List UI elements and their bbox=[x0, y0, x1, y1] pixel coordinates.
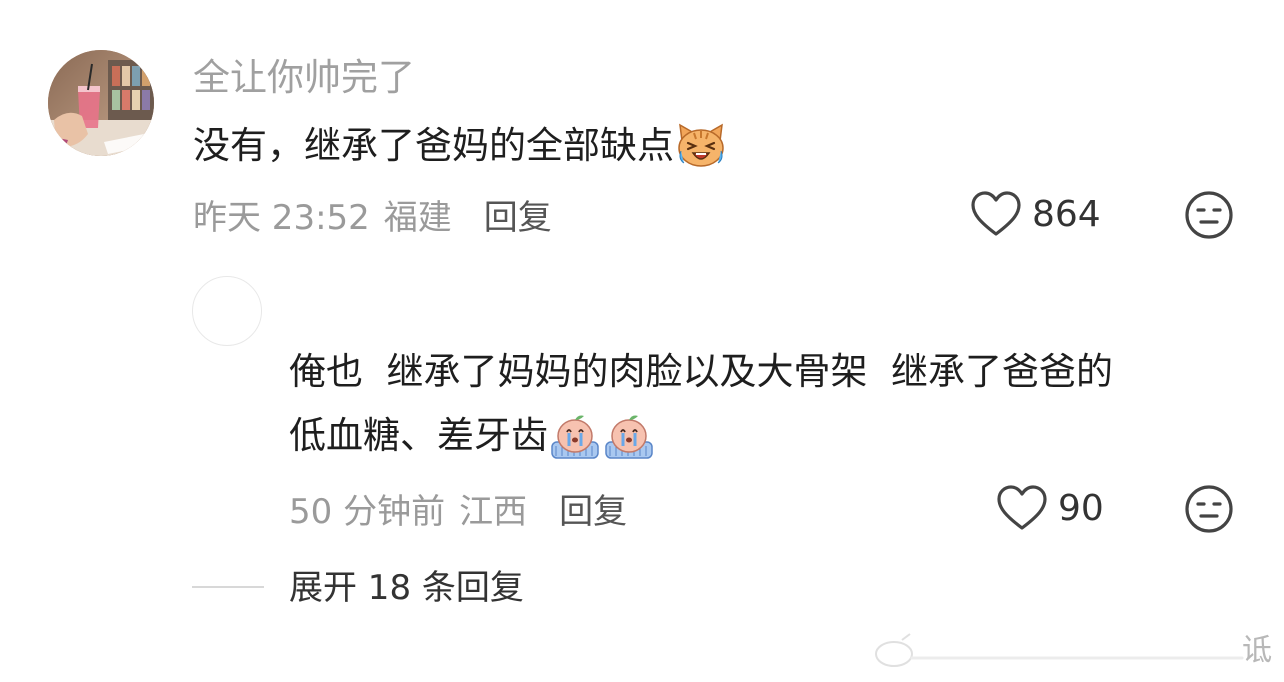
crying-peach-emoji bbox=[551, 415, 599, 459]
neutral-face-icon bbox=[1185, 485, 1233, 533]
dislike-button[interactable] bbox=[1184, 190, 1234, 240]
like-count: 864 bbox=[1032, 193, 1101, 235]
avatar-image bbox=[48, 50, 154, 156]
reply-text-line1: 俺也 继承了妈妈的肉脸以及大骨架 继承了爸爸的 bbox=[289, 350, 1114, 393]
comment-meta: 昨天 23:52 福建 回复 bbox=[193, 190, 552, 239]
comment-time: 昨天 23:52 bbox=[193, 197, 370, 238]
reply-button[interactable]: 回复 bbox=[484, 190, 552, 239]
crying-peach-emoji bbox=[605, 415, 653, 459]
expand-replies-button[interactable]: 展开 18 条回复 bbox=[289, 566, 524, 610]
reply-meta: 50 分钟前 江西 回复 bbox=[289, 484, 627, 533]
reply-body: 低血糖、差牙齿 bbox=[289, 414, 548, 457]
reply-like-button[interactable]: 90 bbox=[996, 484, 1104, 532]
comment-location: 福建 bbox=[383, 197, 452, 238]
reply-avatar[interactable] bbox=[192, 276, 262, 346]
reply-like-count: 90 bbox=[1058, 487, 1104, 529]
watermark-logo bbox=[875, 633, 1244, 667]
comment-body: 没有，继承了爸妈的全部缺点 bbox=[193, 124, 674, 167]
reply-location: 江西 bbox=[459, 491, 528, 532]
username[interactable]: 全让你帅完了 bbox=[193, 56, 415, 100]
heart-icon bbox=[997, 485, 1047, 530]
like-button[interactable]: 864 bbox=[970, 190, 1101, 238]
comment-text: 没有，继承了爸妈的全部缺点 bbox=[193, 122, 726, 170]
reply-reply-button[interactable]: 回复 bbox=[559, 484, 627, 533]
neutral-face-icon bbox=[1185, 191, 1233, 239]
reply-text-line2: 低血糖、差牙齿 bbox=[289, 412, 656, 460]
watermark-text: 诋 bbox=[1242, 633, 1272, 668]
reply-dislike-button[interactable] bbox=[1184, 484, 1234, 534]
crying-cat-emoji bbox=[678, 123, 724, 167]
reply-time: 50 分钟前 bbox=[289, 491, 446, 532]
expand-divider bbox=[192, 586, 264, 588]
avatar[interactable] bbox=[48, 50, 154, 156]
heart-icon bbox=[971, 191, 1021, 236]
